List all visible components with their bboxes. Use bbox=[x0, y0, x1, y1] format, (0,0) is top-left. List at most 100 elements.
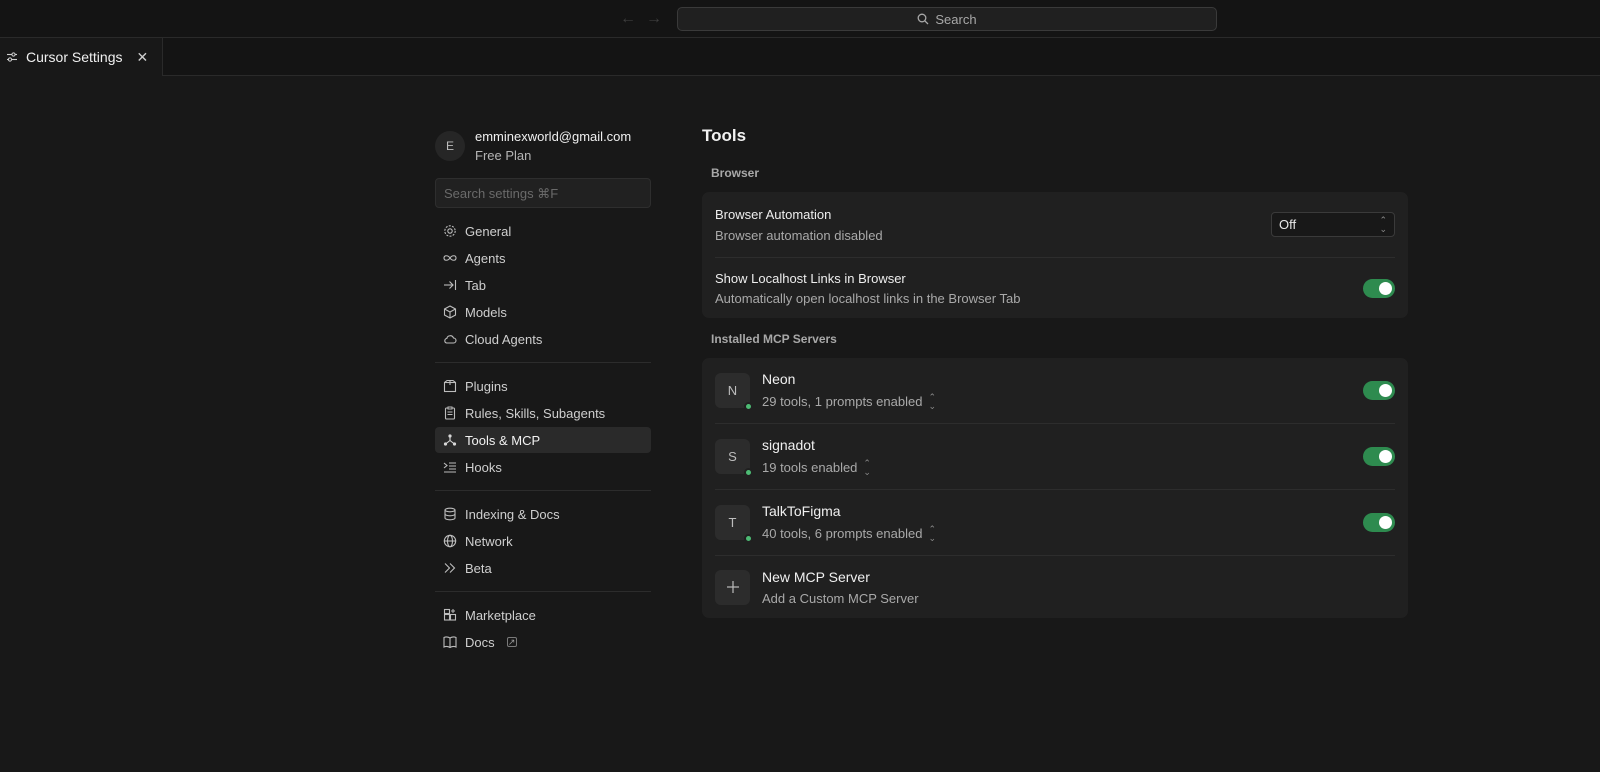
sidebar-item-network[interactable]: Network bbox=[435, 528, 651, 554]
sidebar-item-label: Plugins bbox=[465, 378, 508, 394]
server-avatar: S bbox=[715, 439, 753, 477]
server-tools-summary[interactable]: 29 tools, 1 prompts enabled ⌃ ⌄ bbox=[762, 391, 936, 411]
tab-bar: Cursor Settings ✕ bbox=[0, 38, 1600, 76]
sidebar-item-rules[interactable]: Rules, Skills, Subagents bbox=[435, 400, 651, 426]
sidebar-group-data: Indexing & Docs Network Beta bbox=[435, 501, 651, 581]
forward-arrow-icon[interactable]: → bbox=[646, 10, 662, 28]
sidebar-item-label: Indexing & Docs bbox=[465, 506, 560, 522]
sidebar-item-tab[interactable]: Tab bbox=[435, 272, 651, 298]
account-info: E emminexworld@gmail.com Free Plan bbox=[435, 124, 651, 168]
book-icon bbox=[443, 635, 457, 649]
row-subtitle: Browser automation disabled bbox=[715, 227, 883, 243]
globe-icon bbox=[443, 534, 457, 548]
page-title: Tools bbox=[702, 126, 747, 145]
clipboard-icon bbox=[443, 406, 457, 420]
mcp-server-row: S signadot 19 tools enabled ⌃ ⌄ bbox=[715, 424, 1395, 490]
status-dot bbox=[744, 402, 753, 411]
localhost-links-row: Show Localhost Links in Browser Automati… bbox=[715, 258, 1395, 318]
sidebar-item-label: Models bbox=[465, 304, 507, 320]
back-arrow-icon[interactable]: ← bbox=[620, 10, 636, 28]
sidebar-item-label: Network bbox=[465, 533, 513, 549]
chevron-updown-icon: ⌃ ⌄ bbox=[928, 523, 936, 543]
sidebar-item-label: Tools & MCP bbox=[465, 432, 541, 448]
tab-cursor-settings[interactable]: Cursor Settings ✕ bbox=[0, 38, 163, 76]
command-search-bar[interactable]: Search bbox=[677, 7, 1217, 31]
sidebar-group-extensions: Plugins Rules, Skills, Subagents Tools &… bbox=[435, 373, 651, 480]
sidebar-item-label: Rules, Skills, Subagents bbox=[465, 405, 606, 421]
plus-icon bbox=[715, 569, 750, 605]
sidebar-item-docs[interactable]: Docs ↗ bbox=[435, 629, 651, 655]
account-plan: Free Plan bbox=[475, 148, 532, 163]
server-initial: S bbox=[728, 449, 737, 464]
double-chevron-icon bbox=[443, 561, 457, 575]
section-label-mcp: Installed MCP Servers bbox=[711, 332, 837, 346]
sidebar-item-cloud-agents[interactable]: Cloud Agents bbox=[435, 326, 651, 352]
server-tools-summary[interactable]: 40 tools, 6 prompts enabled ⌃ ⌄ bbox=[762, 523, 936, 543]
server-tools-summary[interactable]: 19 tools enabled ⌃ ⌄ bbox=[762, 457, 871, 477]
close-icon[interactable]: ✕ bbox=[136, 49, 148, 66]
localhost-links-toggle[interactable] bbox=[1363, 278, 1395, 298]
browser-automation-select[interactable]: Off ⌃ ⌄ bbox=[1271, 212, 1395, 237]
server-summary-text: 19 tools enabled bbox=[762, 460, 858, 475]
server-avatar: T bbox=[715, 505, 753, 543]
row-title: Show Localhost Links in Browser bbox=[715, 270, 906, 286]
sidebar-item-hooks[interactable]: Hooks bbox=[435, 454, 651, 480]
sidebar-item-general[interactable]: General bbox=[435, 218, 651, 244]
sidebar-item-label: General bbox=[465, 223, 512, 239]
sliders-icon bbox=[7, 52, 17, 62]
mcp-servers-card: N Neon 29 tools, 1 prompts enabled ⌃⌄ S bbox=[702, 358, 1408, 618]
new-server-title: New MCP Server bbox=[762, 568, 870, 585]
network-icon bbox=[443, 433, 457, 447]
status-dot bbox=[744, 468, 753, 477]
search-label: Search bbox=[935, 11, 977, 27]
sidebar-item-marketplace[interactable]: Marketplace bbox=[435, 602, 651, 628]
server-toggle-talktofigma[interactable] bbox=[1363, 513, 1395, 532]
chevron-updown-icon: ⌃ ⌄ bbox=[1379, 214, 1387, 234]
title-bar: ← → Search bbox=[0, 0, 1600, 38]
new-mcp-server-row[interactable]: New MCP Server Add a Custom MCP Server bbox=[715, 556, 1395, 618]
sidebar-item-agents[interactable]: Agents bbox=[435, 245, 651, 271]
browser-settings-card: Browser Automation Browser automation di… bbox=[702, 192, 1408, 318]
tab-arrow-icon bbox=[443, 278, 457, 292]
external-link-icon: ↗ bbox=[506, 636, 517, 647]
select-value: Off bbox=[1279, 217, 1297, 232]
chevron-updown-icon: ⌃ ⌄ bbox=[928, 391, 936, 411]
grid-plus-icon bbox=[443, 608, 457, 622]
box-icon bbox=[443, 379, 457, 393]
account-email: emminexworld@gmail.com bbox=[475, 129, 632, 144]
cube-icon bbox=[443, 305, 457, 319]
sidebar-item-plugins[interactable]: Plugins bbox=[435, 373, 651, 399]
server-toggle-signadot[interactable] bbox=[1363, 447, 1395, 466]
gear-icon bbox=[443, 224, 457, 238]
sidebar-item-indexing-docs[interactable]: Indexing & Docs bbox=[435, 501, 651, 527]
settings-search-input[interactable] bbox=[435, 178, 651, 208]
sidebar-item-tools-mcp[interactable]: Tools & MCP bbox=[435, 427, 651, 453]
tab-label: Cursor Settings bbox=[26, 49, 123, 65]
server-summary-text: 40 tools, 6 prompts enabled bbox=[762, 526, 923, 541]
row-title: Browser Automation bbox=[715, 206, 832, 222]
chevron-updown-icon: ⌃ ⌄ bbox=[863, 457, 871, 477]
sidebar-item-label: Hooks bbox=[465, 459, 502, 475]
server-toggle-neon[interactable] bbox=[1363, 381, 1395, 400]
server-avatar: N bbox=[715, 373, 753, 411]
sidebar-item-label: Agents bbox=[465, 250, 506, 266]
sidebar-item-label: Cloud Agents bbox=[465, 331, 543, 347]
sidebar-divider bbox=[435, 591, 651, 592]
server-initial: N bbox=[727, 383, 738, 398]
avatar: E bbox=[435, 131, 465, 161]
server-name: TalkToFigma bbox=[762, 502, 841, 519]
sidebar-item-label: Tab bbox=[465, 277, 486, 293]
sidebar-item-label: Beta bbox=[465, 560, 492, 576]
new-server-subtitle: Add a Custom MCP Server bbox=[762, 590, 919, 606]
sidebar-item-label: Marketplace bbox=[465, 607, 536, 623]
server-summary-text: 29 tools, 1 prompts enabled bbox=[762, 394, 923, 409]
hooks-icon bbox=[443, 460, 457, 474]
browser-automation-row: Browser Automation Browser automation di… bbox=[715, 192, 1395, 258]
section-label-browser: Browser bbox=[711, 166, 760, 180]
settings-sidebar: E emminexworld@gmail.com Free Plan Gener… bbox=[435, 124, 651, 655]
tools-panel: Tools Browser Browser Automation Browser… bbox=[702, 126, 1408, 618]
row-subtitle: Automatically open localhost links in th… bbox=[715, 290, 1021, 306]
database-icon bbox=[443, 507, 457, 521]
sidebar-item-beta[interactable]: Beta bbox=[435, 555, 651, 581]
sidebar-item-models[interactable]: Models bbox=[435, 299, 651, 325]
